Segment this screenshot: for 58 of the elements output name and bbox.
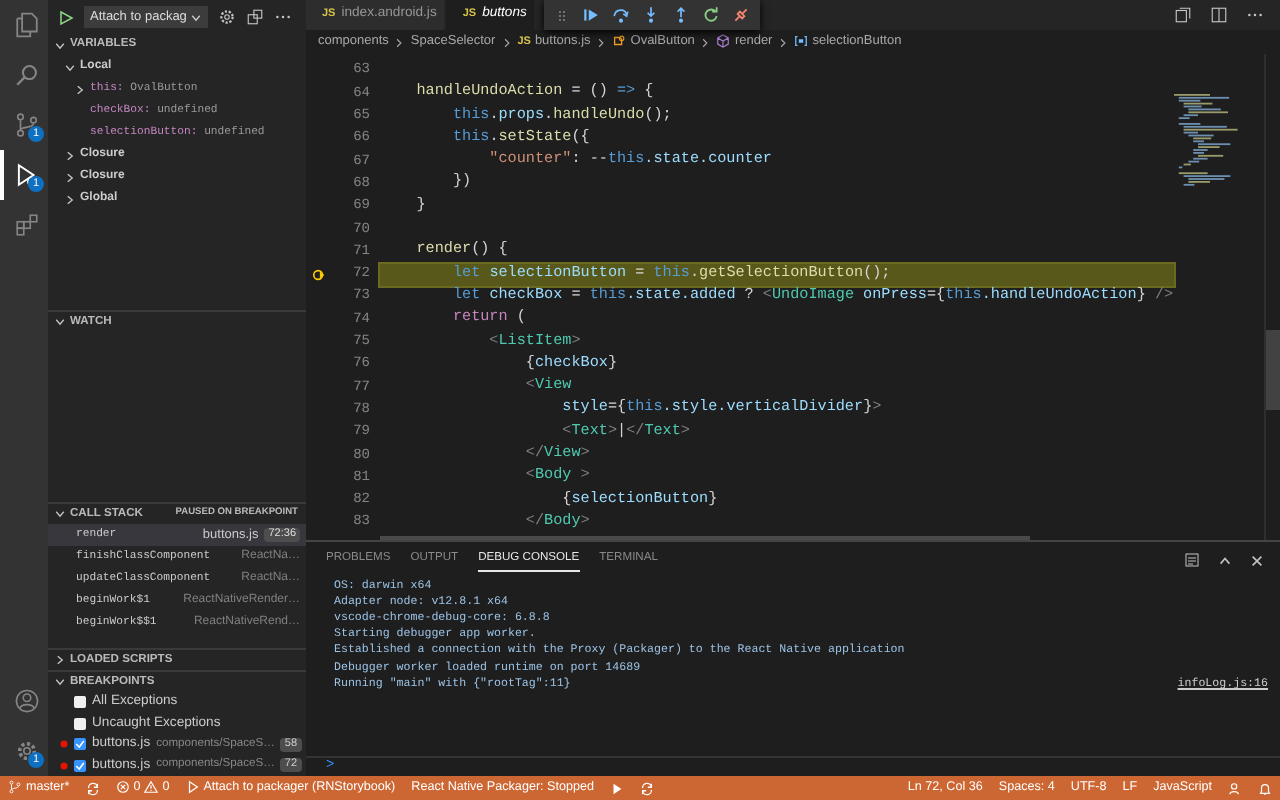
chevron-icon[interactable]: [54, 654, 66, 666]
chevron-icon[interactable]: [74, 83, 86, 95]
breakpoint-dot-icon: [60, 740, 68, 749]
chevron-icon: [501, 37, 512, 47]
chevron-icon[interactable]: [64, 171, 76, 183]
chevron-icon[interactable]: [64, 193, 76, 205]
play-icon[interactable]: [610, 781, 624, 795]
chevron-icon[interactable]: [54, 39, 66, 51]
checkbox[interactable]: [74, 738, 86, 751]
clear-console-icon[interactable]: [1184, 552, 1200, 568]
search-icon[interactable]: [13, 62, 39, 88]
disconnect-icon[interactable]: [732, 6, 750, 24]
chevron-icon: [596, 37, 607, 47]
chevron-up-icon[interactable]: [1218, 553, 1232, 567]
chevron-icon[interactable]: [54, 316, 66, 328]
step-over-icon[interactable]: [612, 6, 630, 24]
chevron-icon[interactable]: [64, 149, 76, 161]
extensions-icon[interactable]: [13, 212, 39, 238]
split-editor-icon[interactable]: [1210, 6, 1228, 24]
chevron-icon: [700, 37, 711, 47]
play-icon: [185, 780, 200, 795]
class-icon: [612, 34, 627, 49]
current-line-pointer-icon: [311, 267, 325, 282]
bell-icon[interactable]: [1258, 781, 1272, 795]
debug-icon[interactable]: [13, 162, 39, 188]
step-into-icon[interactable]: [642, 6, 660, 24]
variable-icon: [794, 34, 809, 49]
sync-icon[interactable]: [85, 781, 100, 795]
start-debugging-button[interactable]: [58, 9, 74, 25]
step-out-icon[interactable]: [672, 6, 690, 24]
chevron-icon: [778, 37, 789, 47]
close-icon[interactable]: [1250, 553, 1264, 567]
chevron-icon[interactable]: [54, 508, 66, 520]
checkbox[interactable]: [74, 759, 86, 772]
chevron-icon[interactable]: [64, 61, 76, 73]
scrollbar-thumb[interactable]: [1266, 330, 1280, 410]
source-control-icon[interactable]: [13, 112, 39, 138]
restart-icon[interactable]: [702, 6, 720, 24]
branch-icon: [8, 780, 22, 795]
error-icon: [115, 780, 130, 795]
checkbox[interactable]: [74, 696, 86, 709]
cube-icon: [716, 34, 731, 49]
continue-icon[interactable]: [582, 6, 600, 24]
gear-icon[interactable]: [13, 738, 39, 764]
person-icon[interactable]: [1228, 781, 1242, 795]
chevron-icon: [394, 37, 405, 47]
account-icon[interactable]: [13, 688, 39, 714]
debug-console-icon[interactable]: [246, 8, 265, 26]
files-icon[interactable]: [13, 12, 39, 38]
breakpoint-dot-icon: [60, 761, 68, 770]
sync-icon[interactable]: [640, 781, 654, 795]
checkbox[interactable]: [74, 717, 86, 730]
gear-icon[interactable]: [218, 8, 237, 26]
open-changes-icon[interactable]: [1174, 6, 1192, 24]
caret-icon: [190, 11, 203, 23]
warning-icon: [144, 780, 159, 795]
scrollbar-thumb[interactable]: [380, 536, 1030, 540]
chevron-icon[interactable]: [54, 676, 66, 688]
